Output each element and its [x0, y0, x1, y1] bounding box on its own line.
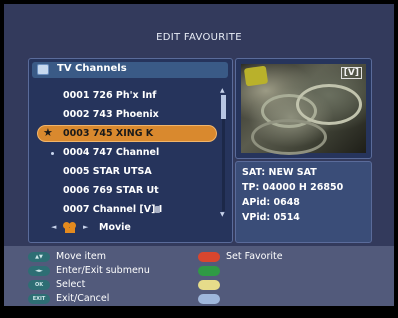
info-tp: TP: 04000 H 26850 [242, 182, 344, 193]
lock-icon [155, 206, 160, 213]
channel-row[interactable]: 0004 747 Channel [29, 144, 219, 162]
channel-logo-icon [243, 65, 269, 87]
blue-key-icon [198, 294, 220, 304]
page-title: EDIT FAVOURITE [156, 32, 242, 43]
group-next-arrow-icon[interactable]: ► [83, 223, 88, 231]
channel-list[interactable]: 0001 726 Ph'x Inf 0002 743 Phoenix ★ 000… [29, 83, 219, 223]
scroll-up-arrow-icon[interactable]: ▲ [220, 87, 225, 94]
tv-icon [37, 64, 49, 75]
group-selector[interactable]: ◄ ► Movie [29, 219, 234, 239]
channel-label: 0005 STAR UTSA [63, 166, 152, 177]
ok-key-icon: OK [28, 280, 50, 290]
movie-camera-icon [63, 222, 77, 234]
channel-label: 0001 726 Ph'x Inf [63, 90, 157, 101]
channel-row[interactable]: 0005 STAR UTSA [29, 163, 219, 181]
channel-label: 0007 Channel [V] I [63, 204, 163, 215]
info-sat: SAT: NEW SAT [242, 167, 317, 178]
channel-label: 0004 747 Channel [63, 147, 160, 158]
list-header-label: TV Channels [57, 63, 127, 74]
video-preview: [V] [241, 64, 366, 155]
channel-label: 0002 743 Phoenix [63, 109, 159, 120]
favorite-star-icon: ★ [43, 126, 53, 139]
channel-row-selected[interactable]: ★ 0003 745 XING K [29, 125, 219, 143]
scroll-thumb[interactable] [221, 95, 226, 119]
group-label: Movie [99, 222, 131, 233]
leftright-key-icon: ◄► [28, 266, 50, 276]
yellow-key-icon [198, 280, 220, 290]
channel-badge: [V] [340, 67, 362, 79]
info-apid: APid: 0648 [242, 197, 300, 208]
channel-label: 0003 745 XING K [63, 128, 154, 139]
info-vpid: VPid: 0514 [242, 212, 300, 223]
channel-label: 0006 769 STAR Ut [63, 185, 159, 196]
preview-panel: [V] [235, 58, 372, 159]
list-header: TV Channels [32, 62, 228, 78]
green-key-icon [198, 266, 220, 276]
channel-list-panel: TV Channels 0001 726 Ph'x Inf 0002 743 P… [28, 58, 233, 243]
channel-info-panel: SAT: NEW SAT TP: 04000 H 26850 APid: 064… [235, 161, 372, 243]
scroll-down-arrow-icon[interactable]: ▼ [220, 211, 225, 218]
screen: EDIT FAVOURITE TV Channels 0001 726 Ph'x… [4, 4, 394, 306]
scrollbar[interactable]: ▲ ▼ [220, 87, 228, 219]
bullet-icon [51, 152, 54, 155]
red-key-icon [198, 252, 220, 262]
help-bar: ▲▼ Move item ◄► Enter/Exit submenu OK Se… [4, 246, 394, 306]
channel-row[interactable]: 0006 769 STAR Ut [29, 182, 219, 200]
exit-key-icon: EXIT [28, 294, 50, 304]
channel-row[interactable]: 0002 743 Phoenix [29, 106, 219, 124]
updown-key-icon: ▲▼ [28, 252, 50, 262]
channel-row[interactable]: 0007 Channel [V] I [29, 201, 219, 219]
channel-row[interactable]: 0001 726 Ph'x Inf [29, 87, 219, 105]
group-prev-arrow-icon[interactable]: ◄ [51, 223, 56, 231]
help-set-favorite: Set Favorite [226, 251, 283, 262]
